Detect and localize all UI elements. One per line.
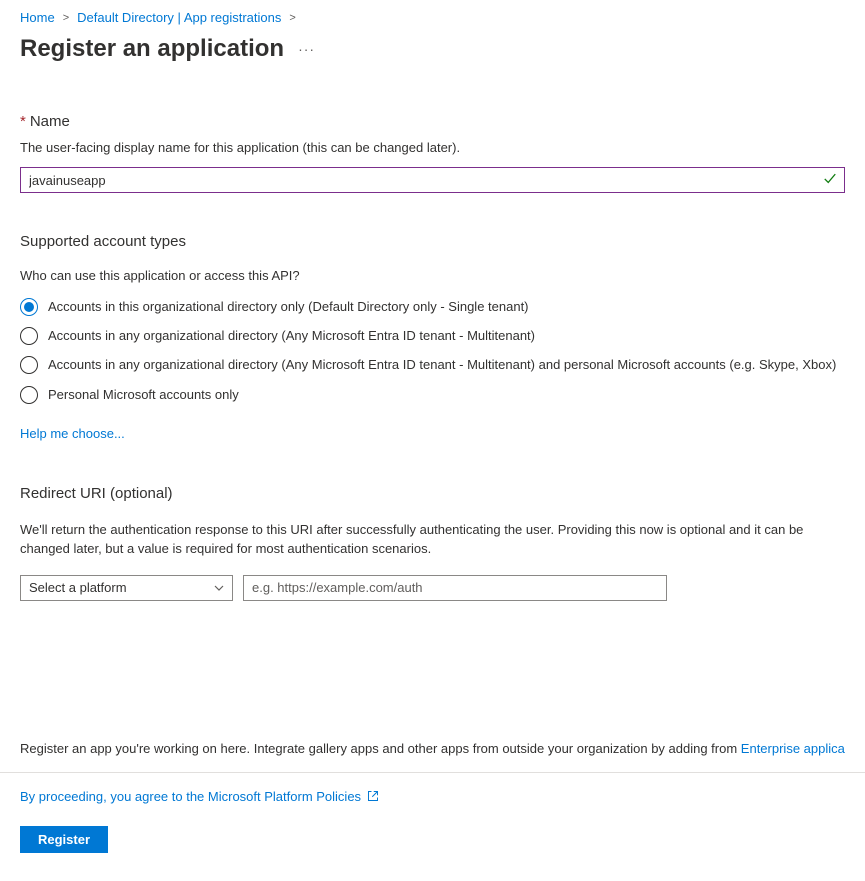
breadcrumb: Home > Default Directory | App registrat… bbox=[20, 10, 845, 25]
platform-select-label: Select a platform bbox=[29, 580, 127, 595]
account-types-sub: Who can use this application or access t… bbox=[20, 268, 845, 283]
breadcrumb-home[interactable]: Home bbox=[20, 10, 55, 25]
external-link-icon bbox=[367, 790, 379, 802]
breadcrumb-directory[interactable]: Default Directory | App registrations bbox=[77, 10, 281, 25]
more-actions-icon[interactable]: ··· bbox=[298, 41, 315, 57]
redirect-uri-input[interactable] bbox=[243, 575, 667, 601]
chevron-right-icon: > bbox=[289, 12, 295, 24]
platform-policies-link[interactable]: By proceeding, you agree to the Microsof… bbox=[20, 789, 361, 804]
radio-label: Personal Microsoft accounts only bbox=[48, 385, 239, 404]
radio-label: Accounts in this organizational director… bbox=[48, 297, 529, 316]
name-input[interactable] bbox=[20, 167, 845, 193]
radio-multitenant[interactable]: Accounts in any organizational directory… bbox=[20, 326, 845, 345]
name-description: The user-facing display name for this ap… bbox=[20, 140, 845, 155]
page-title: Register an application bbox=[20, 35, 284, 63]
chevron-down-icon bbox=[214, 582, 224, 594]
radio-icon bbox=[20, 327, 38, 345]
name-label: *Name bbox=[20, 113, 845, 130]
radio-icon bbox=[20, 386, 38, 404]
redirect-uri-heading: Redirect URI (optional) bbox=[20, 485, 845, 502]
help-me-choose-link[interactable]: Help me choose... bbox=[20, 426, 125, 441]
divider bbox=[0, 772, 865, 773]
radio-icon bbox=[20, 356, 38, 374]
radio-icon bbox=[20, 298, 38, 316]
radio-single-tenant[interactable]: Accounts in this organizational director… bbox=[20, 297, 845, 316]
chevron-right-icon: > bbox=[63, 12, 69, 24]
account-types-radio-group: Accounts in this organizational director… bbox=[20, 297, 845, 404]
platform-select[interactable]: Select a platform bbox=[20, 575, 233, 601]
integrate-note: Register an app you're working on here. … bbox=[20, 741, 845, 756]
radio-label: Accounts in any organizational directory… bbox=[48, 326, 535, 345]
radio-multitenant-personal[interactable]: Accounts in any organizational directory… bbox=[20, 355, 845, 374]
account-types-heading: Supported account types bbox=[20, 233, 845, 250]
register-button[interactable]: Register bbox=[20, 826, 108, 853]
checkmark-icon bbox=[823, 172, 837, 189]
redirect-uri-description: We'll return the authentication response… bbox=[20, 520, 845, 559]
required-asterisk-icon: * bbox=[20, 113, 26, 130]
enterprise-applications-link[interactable]: Enterprise application bbox=[741, 741, 845, 756]
radio-label: Accounts in any organizational directory… bbox=[48, 355, 836, 374]
radio-personal-only[interactable]: Personal Microsoft accounts only bbox=[20, 385, 845, 404]
